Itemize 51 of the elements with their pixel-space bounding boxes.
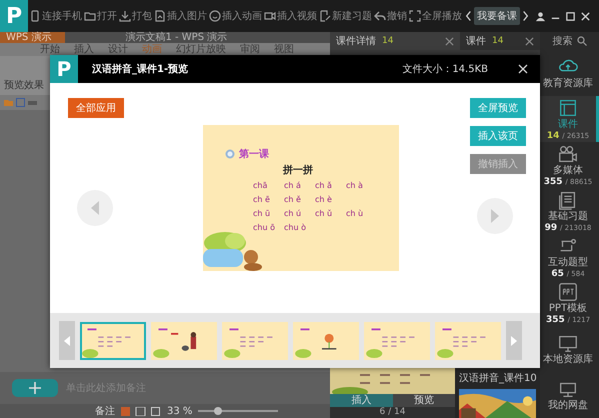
ribbon-tab[interactable]: 设计 <box>108 44 128 56</box>
prepare-button[interactable]: 我要备课 <box>474 7 520 25</box>
sidebar-item[interactable]: 我的网盘 <box>540 372 599 418</box>
pinyin-syllable: chu ò <box>284 223 307 232</box>
toolbar-button[interactable]: 插入视频 <box>263 9 318 23</box>
ribbon-tab[interactable]: 插入 <box>74 44 94 56</box>
ribbon-tab[interactable]: 开始 <box>40 44 60 56</box>
document-title: 演示文稿1 - WPS 演示 <box>125 32 228 43</box>
ribbon-tab[interactable]: 视图 <box>274 44 294 56</box>
toolbar-button[interactable]: 插入图片 <box>153 9 208 23</box>
toolbar-button[interactable]: 插入动画 <box>208 9 263 23</box>
sidebar-item[interactable]: 教育资源库 <box>540 50 599 96</box>
panel-tab[interactable]: 课件 14 <box>460 32 540 50</box>
toolbar-button[interactable]: 连接手机 <box>28 9 83 23</box>
zoom-value: 33 % <box>167 406 192 416</box>
slide-heading: 拼一拼 <box>283 164 314 177</box>
ribbon-tab[interactable]: 幻灯片放映 <box>176 44 226 56</box>
toolbar-button[interactable]: 打开 <box>83 9 118 23</box>
pinyin-syllable: ch à <box>346 181 364 190</box>
pinyin-syllable: ch ū <box>253 209 272 218</box>
dialog-logo: P <box>50 55 78 83</box>
dialog-action-button[interactable]: 全屏预览 <box>470 98 526 118</box>
pinyin-syllable: ch á <box>284 181 302 190</box>
dialog-title: 汉语拼音_课件1-预览 <box>92 62 190 76</box>
pinyin-syllable: ch ù <box>346 209 364 218</box>
app-logo: P <box>0 0 28 32</box>
ribbon-tab[interactable]: 审阅 <box>240 44 260 56</box>
toolbar-button[interactable]: 撤销 <box>373 9 408 23</box>
card-action-button[interactable]: 插入 <box>330 394 392 407</box>
pinyin-syllable: ch è <box>315 195 333 204</box>
notes-toggle[interactable]: 备注 <box>95 404 115 418</box>
file-size: 文件大小：14.5KB <box>402 62 488 76</box>
sidebar-item[interactable]: 本地资源库 <box>540 326 599 372</box>
lesson-title: 第一课 <box>239 148 269 161</box>
app-menu-button[interactable]: WPS 演示 <box>0 32 66 43</box>
pinyin-syllable: ch ú <box>284 209 302 218</box>
pinyin-syllable: ch ǔ <box>315 209 334 218</box>
pinyin-syllable: chu ō <box>253 223 276 232</box>
search-label[interactable]: 搜索 <box>552 34 572 48</box>
dialog-action-button[interactable]: 插入该页 <box>470 126 526 146</box>
toolbar-button[interactable]: 全屏播放 <box>408 9 463 23</box>
pinyin-syllable: ch ě <box>284 195 302 204</box>
pinyin-syllable: ch ē <box>253 195 271 204</box>
toolbar-button[interactable]: 新建习题 <box>318 9 373 23</box>
pinyin-syllable: ch ǎ <box>315 181 333 190</box>
pinyin-syllable: chā <box>253 181 268 190</box>
apply-all-button[interactable]: 全部应用 <box>68 98 124 118</box>
preview-effect-button[interactable]: 预览效果 <box>4 78 44 92</box>
page-indicator: 6 / 14 <box>378 407 406 418</box>
card-action-button[interactable]: 预览 <box>392 394 455 407</box>
toolbar-button[interactable]: 打包 <box>118 9 153 23</box>
